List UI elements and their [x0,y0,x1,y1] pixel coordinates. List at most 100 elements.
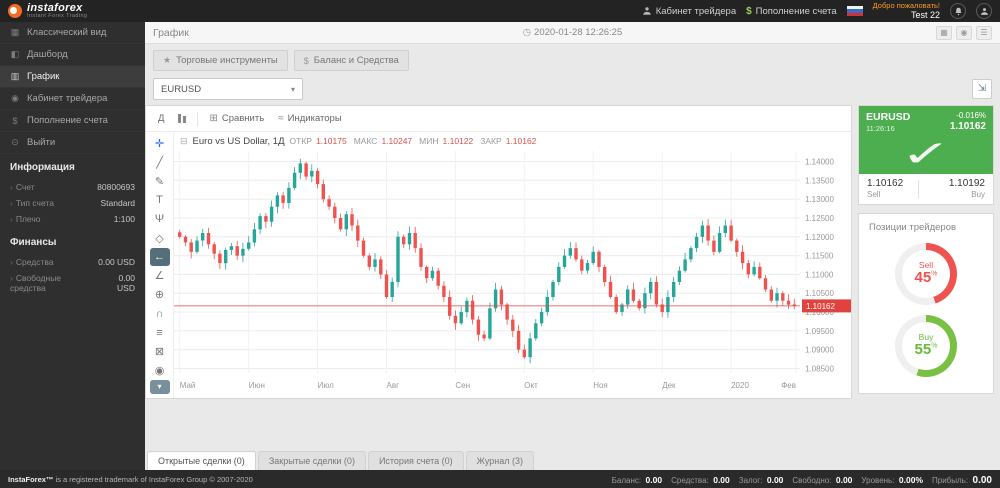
arrow-tool[interactable]: ← [150,248,170,266]
footer-stat: Свободно: 0.00 [792,470,852,488]
instaforex-logo-icon [8,4,22,18]
footer-stat: Залог: 0.00 [739,470,784,488]
fullscreen-button[interactable]: ⇲ [972,79,992,99]
chart-canvas[interactable]: ⊟ Euro vs US Dollar, 1Д ОТКР1.10175 МАКС… [174,132,851,398]
indicators-button[interactable]: ≈ Индикаторы [272,109,348,128]
dashboard-icon: ◧ [10,49,20,60]
sidebar-item-trader-cabinet[interactable]: ◉ Кабинет трейдера [0,88,145,110]
clock-icon: ◷ [523,27,531,38]
main-header: График ◷2020-01-28 12:26:25 ▦ ◉ ☰ [145,22,1000,44]
dollar-icon: $ [746,6,752,17]
measure-tool[interactable]: ∠ [150,267,170,285]
svg-text:1.13500: 1.13500 [805,176,834,185]
sell-button[interactable]: 1.10162 Sell [867,178,903,200]
sidebar-item-dashboard[interactable]: ◧ Дашборд [0,44,145,66]
sidebar-item-logout[interactable]: ⊙ Выйти [0,132,145,154]
balance-funds-button[interactable]: $ Баланс и Средства [294,50,409,71]
sidebar-item-classic-view[interactable]: ▦ Классический вид [0,22,145,44]
svg-text:Авг: Авг [387,381,400,390]
buy-positions-donut: Buy 55% [895,315,957,377]
footer-stat: Баланс: 0.00 [612,470,662,488]
zoom-tool[interactable]: ⊕ [150,286,170,304]
pattern-tool[interactable]: ◇ [150,229,170,247]
calendar-button[interactable]: ▦ [936,26,952,40]
svg-text:1.12000: 1.12000 [805,233,834,242]
trend-check-icon: ✓ [824,134,1000,174]
candlestick-chart: 1.140001.135001.130001.125001.120001.115… [174,148,851,398]
collapse-toolbar-button[interactable]: ▾ [150,380,170,394]
info-row: ›Плечо1:100 [10,211,135,227]
feed-button[interactable]: ◉ [956,26,972,40]
brand-tagline: Instant Forex Trading [27,14,87,20]
lock-tool[interactable]: ⊠ [150,343,170,361]
deposit-label: Пополнение счета [756,6,837,17]
svg-text:1.10162: 1.10162 [806,302,835,311]
compare-button[interactable]: ⊞ Сравнить [203,109,270,128]
magnet-tool[interactable]: ∩ [150,305,170,323]
menu-button[interactable]: ☰ [976,26,992,40]
chevron-right-icon: › [10,198,13,208]
deposit-link[interactable]: $ Пополнение счета [746,6,837,17]
positions-title: Позиции трейдеров [867,222,985,233]
brand-logo[interactable]: instaforex Instant Forex Trading [8,3,87,20]
svg-text:Сен: Сен [455,381,470,390]
logout-icon: ⊙ [10,137,20,148]
svg-text:1.08500: 1.08500 [805,365,834,374]
brush-tool[interactable]: ✎ [150,172,170,190]
copyright-text: InstaForex™ is a registered trademark of… [8,475,253,484]
series-title: Euro vs US Dollar, 1Д [193,136,285,147]
tab-open-trades[interactable]: Открытые сделки (0) [147,451,256,470]
hide-drawings-tool[interactable]: ◉ [150,362,170,380]
chart-icon: ▥ [10,71,20,82]
quote-symbol: EURUSD [866,111,910,124]
footer-stat: Средства: 0.00 [671,470,730,488]
symbol-select-value: EURUSD [161,84,201,95]
profile-button[interactable] [976,3,992,19]
stay-in-drawing-mode-tool[interactable]: ≡ [150,324,170,342]
welcome-text: Добро пожаловать! [873,2,940,11]
svg-text:Окт: Окт [524,381,538,390]
quote-header: EURUSD 11:26:16 -0.016% 1.10162 ✓ [859,106,993,174]
quote-price: 1.10162 [950,121,986,134]
dollar-icon: $ [304,56,309,66]
tab-account-history[interactable]: История счета (0) [368,451,464,470]
welcome-block: Добро пожаловать! Test 22 [873,2,940,21]
notifications-button[interactable] [950,3,966,19]
tab-journal[interactable]: Журнал (3) [466,451,534,470]
instaforex-app: instaforex Instant Forex Trading Кабинет… [0,0,1000,488]
trend-line-tool[interactable]: ╱ [150,153,170,171]
page-title: График [153,27,189,39]
bell-icon [954,7,963,16]
person-icon [642,6,652,16]
language-flag-ru[interactable] [847,6,863,16]
sidebar: ▦ Классический вид ◧ Дашборд ▥ График ◉ … [0,22,145,470]
series-menu-icon[interactable]: ⊟ [180,136,188,147]
text-tool[interactable]: T [150,191,170,209]
tab-closed-trades[interactable]: Закрытые сделки (0) [258,451,366,470]
drawing-toolbar: ✛╱✎TΨ◇←∠⊕∩≡⊠◉▾ [146,132,174,398]
chart-type-button[interactable] [172,110,192,127]
info-row: ›Счет80800693 [10,179,135,195]
interval-button[interactable]: Д [152,109,170,128]
sidebar-item-deposit[interactable]: $ Пополнение счета [0,110,145,132]
symbol-row: EURUSD ▾ ⇲ [145,73,1000,105]
pitchfork-tool[interactable]: Ψ [150,210,170,228]
chevron-right-icon: › [10,257,13,267]
sell-positions-donut: Sell 45% [895,243,957,305]
ohlc-readout: ОТКР1.10175 МАКС1.10247 МИН1.10122 ЗАКР1… [290,136,540,146]
topbar: instaforex Instant Forex Trading Кабинет… [0,0,1000,22]
sidebar-item-chart[interactable]: ▥ График [0,66,145,88]
indicators-icon: ≈ [278,113,284,124]
main-area: График ◷2020-01-28 12:26:25 ▦ ◉ ☰ ★ Торг… [145,22,1000,470]
sidebar-menu: ▦ Классический вид ◧ Дашборд ▥ График ◉ … [0,22,145,154]
chevron-right-icon: › [10,273,13,283]
crosshair-tool[interactable]: ✛ [150,135,170,153]
footer-stat: Прибыль: 0.00 [932,470,992,488]
compare-icon: ⊞ [209,113,217,124]
buy-button[interactable]: 1.10192 Buy [949,178,985,200]
symbol-select[interactable]: EURUSD ▾ [153,78,303,100]
person-icon [980,7,989,16]
trading-instruments-button[interactable]: ★ Торговые инструменты [153,50,288,71]
trader-cabinet-link[interactable]: Кабинет трейдера [642,6,736,17]
info-row: ›Средства0.00 USD [10,254,135,270]
